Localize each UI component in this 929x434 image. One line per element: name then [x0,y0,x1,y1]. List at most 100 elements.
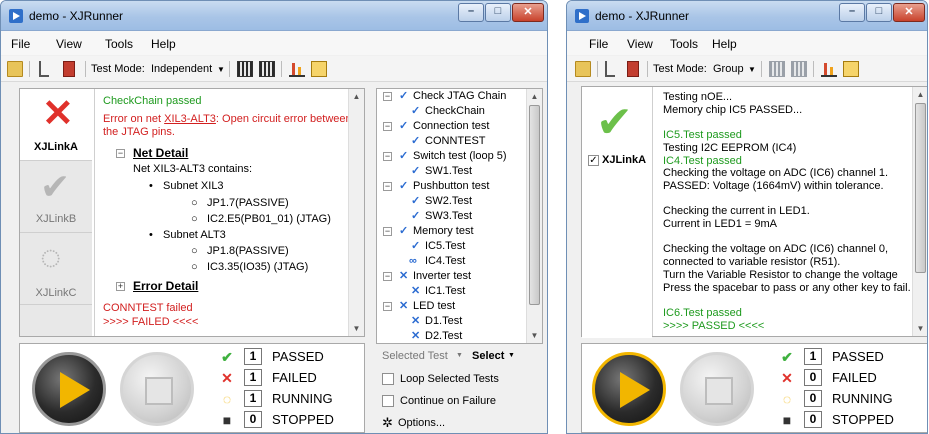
log-line: Testing nOE... [663,91,733,103]
notes-icon[interactable] [311,61,327,77]
open-folder-icon[interactable] [7,61,23,77]
menu-view[interactable]: View [627,37,653,51]
fail-icon: ✕ [221,370,233,386]
menu-tools[interactable]: Tools [105,37,133,51]
running-icon: ◌ [782,391,792,407]
chevron-down-icon[interactable]: ▼ [217,65,225,74]
menu-help[interactable]: Help [151,37,176,51]
log-line-part: : Open circuit error between [215,113,352,125]
collapse-toggle[interactable]: − [383,182,392,191]
run-button[interactable] [32,352,106,426]
link-label: XJLinkC [35,287,77,299]
stop-button[interactable] [680,352,754,426]
collapse-toggle[interactable]: − [383,152,392,161]
link-tab-xjlinkb[interactable]: ✔ XJLinkB [20,161,92,233]
chevron-down-icon[interactable]: ▼ [508,352,515,359]
menu-view[interactable]: View [56,37,82,51]
log-panel: ✔ ✓ XJLinkA Testing nOE... Memory chip IC… [581,86,927,338]
test-mode-dropdown[interactable]: Group [713,63,744,75]
menu-help[interactable]: Help [712,37,737,51]
tree-scrollbar[interactable]: ▲ ▼ [526,89,542,343]
collapse-toggle[interactable]: − [116,149,125,158]
link-tab-xjlinka[interactable]: ✕ XJLinkA [20,89,92,161]
run-all-icon[interactable] [237,61,253,77]
running-icon: ◌ [222,391,232,407]
tree-label: Check JTAG Chain [413,90,507,102]
scroll-thumb[interactable] [529,105,540,305]
log-text-area: Testing nOE... Memory chip IC5 PASSED... I… [652,87,912,336]
stopped-label: STOPPED [832,412,894,427]
continue-on-failure-label: Continue on Failure [400,395,497,407]
toolbar-separator [647,61,648,77]
scroll-up-icon[interactable]: ▲ [352,92,361,101]
maximize-button[interactable]: □ [866,3,892,22]
chart-icon[interactable] [289,61,305,77]
subnet-label: Subnet XIL3 [163,180,224,192]
options-link[interactable]: Options... [398,417,445,429]
expand-toggle[interactable]: + [116,282,125,291]
scroll-up-icon[interactable]: ▲ [530,92,539,101]
log-line: >>>> FAILED <<<< [103,316,199,328]
log-line: PASSED: Voltage (1664mV) within toleranc… [663,179,884,192]
collapse-toggle[interactable]: − [383,92,392,101]
scroll-down-icon[interactable]: ▼ [530,331,539,340]
scroll-down-icon[interactable]: ▼ [352,324,361,333]
run-selected-icon[interactable] [259,61,275,77]
maximize-icon: □ [875,5,883,17]
tree-label: IC4.Test [425,255,466,267]
collapse-toggle[interactable]: − [383,272,392,281]
continue-on-failure-checkbox[interactable] [382,395,394,407]
collapse-toggle[interactable]: − [383,302,392,311]
link-tab-xjlinkc[interactable]: ◌ XJLinkC [20,233,92,305]
log-scrollbar[interactable]: ▲ ▼ [912,87,927,336]
select-dropdown[interactable]: Select [472,350,504,362]
link-enable-checkbox[interactable]: ✓ [588,155,599,166]
chevron-down-icon[interactable]: ▼ [748,65,756,74]
close-button[interactable]: ✕ [893,3,925,22]
net-link[interactable]: XIL3-ALT3 [164,113,216,125]
log-line: Checking the voltage on ADC (IC6) channe… [663,243,889,256]
tree-view-icon[interactable] [605,61,615,77]
net-detail-heading: Net Detail [133,146,189,160]
minimize-button[interactable]: – [458,3,484,22]
log-line: Current in LED1 = 9mA [663,218,778,230]
tree-view-icon[interactable] [39,61,49,77]
chevron-down-icon[interactable]: ▼ [456,352,463,359]
menu-file[interactable]: File [11,37,30,51]
check-icon: ✓ [411,165,421,177]
run-selected-icon[interactable] [791,61,807,77]
pin-item: IC2.E5(PB01_01) (JTAG) [207,213,331,225]
options-panel: Selected Test ▼ Select ▼ Loop Selected T… [376,344,543,433]
log-line: Turn the Variable Resistor to change the… [663,268,898,281]
run-button[interactable] [592,352,666,426]
open-folder-icon[interactable] [575,61,591,77]
scroll-up-icon[interactable]: ▲ [916,90,925,99]
close-button[interactable]: ✕ [512,3,544,22]
device-icon[interactable] [63,61,75,77]
menu-tools[interactable]: Tools [670,37,698,51]
infinity-icon: ∞ [409,255,417,267]
test-mode-dropdown[interactable]: Independent [151,63,212,75]
stop-button[interactable] [120,352,194,426]
menu-file[interactable]: File [589,37,608,51]
notes-icon[interactable] [843,61,859,77]
log-line: the JTAG pins. [103,126,175,138]
link-tab-xjlinka[interactable]: ✔ ✓ XJLinkA [582,87,652,338]
stop-icon: ■ [782,412,792,428]
tree-label: Inverter test [413,270,472,282]
scroll-down-icon[interactable]: ▼ [916,324,925,333]
loop-selected-checkbox[interactable] [382,373,394,385]
log-scrollbar[interactable]: ▲ ▼ [348,89,364,336]
minimize-button[interactable]: – [839,3,865,22]
chart-icon[interactable] [821,61,837,77]
maximize-button[interactable]: □ [485,3,511,22]
selected-test-dropdown[interactable]: Selected Test [382,350,448,362]
log-line: IC5.Test passed [663,129,742,142]
run-all-icon[interactable] [769,61,785,77]
collapse-toggle[interactable]: − [383,122,392,131]
window-title: demo - XJRunner [595,9,690,23]
collapse-toggle[interactable]: − [383,227,392,236]
device-icon[interactable] [627,61,639,77]
scroll-thumb[interactable] [915,103,926,273]
failed-label: FAILED [272,370,317,385]
